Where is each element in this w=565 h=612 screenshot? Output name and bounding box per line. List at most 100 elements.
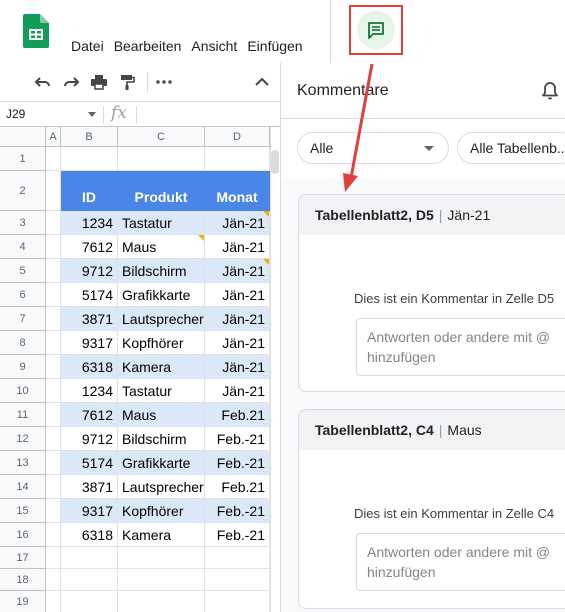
row-header[interactable]: 4 (0, 235, 46, 259)
cell-product[interactable]: Maus (118, 403, 205, 427)
cell-product[interactable]: Grafikkarte (118, 283, 205, 307)
cell[interactable] (46, 403, 61, 427)
scrollbar-thumb[interactable] (271, 150, 279, 174)
row-header[interactable]: 5 (0, 259, 46, 283)
cell-product[interactable]: Lautsprecher (118, 307, 205, 331)
cell-id[interactable]: 1234 (61, 211, 118, 235)
cell-product[interactable]: Kamera (118, 523, 205, 547)
cell[interactable] (46, 591, 61, 612)
cell-month[interactable]: Feb.21 (205, 403, 270, 427)
spreadsheet-grid[interactable]: A B C D 1 2 ID Produkt Monat 3 1234 Tastatur Jän-21 4… (0, 127, 270, 612)
cell-id[interactable]: 9317 (61, 331, 118, 355)
reply-input[interactable]: Antworten oder andere mit @ hinzufügen (356, 318, 565, 376)
cell[interactable] (118, 147, 205, 171)
cell-month[interactable]: Feb.-21 (205, 451, 270, 475)
cell[interactable] (46, 171, 61, 211)
cell-id[interactable]: 3871 (61, 475, 118, 499)
cell[interactable] (46, 283, 61, 307)
cell[interactable] (46, 307, 61, 331)
google-sheets-logo-icon[interactable] (23, 14, 49, 48)
cell-product[interactable]: Bildschirm (118, 259, 205, 283)
vertical-scrollbar[interactable] (270, 127, 280, 612)
redo-icon[interactable] (61, 72, 81, 92)
cell[interactable] (46, 211, 61, 235)
cell[interactable] (46, 475, 61, 499)
cell-product[interactable]: Kopfhörer (118, 499, 205, 523)
reply-input[interactable]: Antworten oder andere mit @ hinzufügen (356, 533, 565, 591)
cell-id[interactable]: 9712 (61, 427, 118, 451)
comment-card[interactable]: Tabellenblatt2, C4 | Maus Dies ist ein K… (298, 409, 565, 609)
menu-item-einfuegen[interactable]: Einfügen (247, 38, 302, 54)
cell-month[interactable]: Feb.-21 (205, 499, 270, 523)
row-header[interactable]: 13 (0, 451, 46, 475)
row-header[interactable]: 19 (0, 591, 46, 612)
cell[interactable] (46, 259, 61, 283)
cell-month[interactable]: Jän-21 (205, 307, 270, 331)
column-header-d[interactable]: D (205, 127, 270, 147)
menu-item-ansicht[interactable]: Ansicht (191, 38, 237, 54)
chevron-down-icon[interactable] (88, 112, 96, 117)
row-header[interactable]: 15 (0, 499, 46, 523)
table-header-product[interactable]: Produkt (118, 171, 205, 211)
cell[interactable] (46, 235, 61, 259)
cell[interactable] (205, 591, 270, 612)
column-header-c[interactable]: C (118, 127, 205, 147)
row-header[interactable]: 1 (0, 147, 46, 171)
cell-id[interactable]: 6318 (61, 355, 118, 379)
cell-month[interactable]: Jän-21 (205, 379, 270, 403)
cell-product[interactable]: Bildschirm (118, 427, 205, 451)
row-header[interactable]: 2 (0, 171, 46, 211)
comment-card[interactable]: Tabellenblatt2, D5 | Jän-21 Dies ist ein… (298, 194, 565, 392)
cell-month[interactable]: Jän-21 (205, 283, 270, 307)
cell-month[interactable]: Jän-21 (205, 331, 270, 355)
row-header[interactable]: 18 (0, 569, 46, 591)
row-header[interactable]: 12 (0, 427, 46, 451)
cell-month[interactable]: Jän-21 (205, 235, 270, 259)
row-header[interactable]: 6 (0, 283, 46, 307)
cell-id[interactable]: 7612 (61, 403, 118, 427)
cell[interactable] (46, 355, 61, 379)
menu-item-datei[interactable]: Datei (71, 38, 104, 54)
cell[interactable] (46, 547, 61, 569)
cell-month[interactable]: Jän-21 (205, 355, 270, 379)
cell-month[interactable]: Jän-21 (205, 259, 270, 283)
cell[interactable] (46, 499, 61, 523)
cell-id[interactable]: 9712 (61, 259, 118, 283)
column-header-a[interactable]: A (46, 127, 61, 147)
table-header-id[interactable]: ID (61, 171, 118, 211)
row-header[interactable]: 9 (0, 355, 46, 379)
row-header[interactable]: 14 (0, 475, 46, 499)
cell[interactable] (61, 547, 118, 569)
cell[interactable] (46, 379, 61, 403)
row-header[interactable]: 7 (0, 307, 46, 331)
cell-product[interactable]: Kamera (118, 355, 205, 379)
undo-icon[interactable] (33, 72, 53, 92)
cell-id[interactable]: 7612 (61, 235, 118, 259)
cell[interactable] (46, 331, 61, 355)
cell-product[interactable]: Tastatur (118, 379, 205, 403)
cell[interactable] (118, 569, 205, 591)
cell[interactable] (61, 147, 118, 171)
cell-product[interactable]: Maus (118, 235, 205, 259)
bell-icon[interactable] (541, 81, 559, 101)
cell[interactable] (46, 523, 61, 547)
show-comments-button[interactable] (349, 5, 403, 55)
select-all-corner[interactable] (0, 127, 46, 147)
cell-product[interactable]: Lautsprecher (118, 475, 205, 499)
table-header-month[interactable]: Monat (205, 171, 270, 211)
cell[interactable] (118, 547, 205, 569)
row-header[interactable]: 16 (0, 523, 46, 547)
paint-format-icon[interactable] (117, 72, 137, 92)
cell-id[interactable]: 6318 (61, 523, 118, 547)
row-header[interactable]: 17 (0, 547, 46, 569)
more-icon[interactable] (154, 72, 174, 92)
collapse-icon[interactable] (252, 72, 272, 92)
cell[interactable] (46, 427, 61, 451)
column-header-b[interactable]: B (61, 127, 118, 147)
cell-id[interactable]: 5174 (61, 451, 118, 475)
cell[interactable] (205, 147, 270, 171)
cell[interactable] (205, 547, 270, 569)
cell-product[interactable]: Tastatur (118, 211, 205, 235)
filter-sheets-dropdown[interactable]: Alle Tabellenb... (457, 132, 565, 164)
filter-all-dropdown[interactable]: Alle (297, 132, 449, 164)
